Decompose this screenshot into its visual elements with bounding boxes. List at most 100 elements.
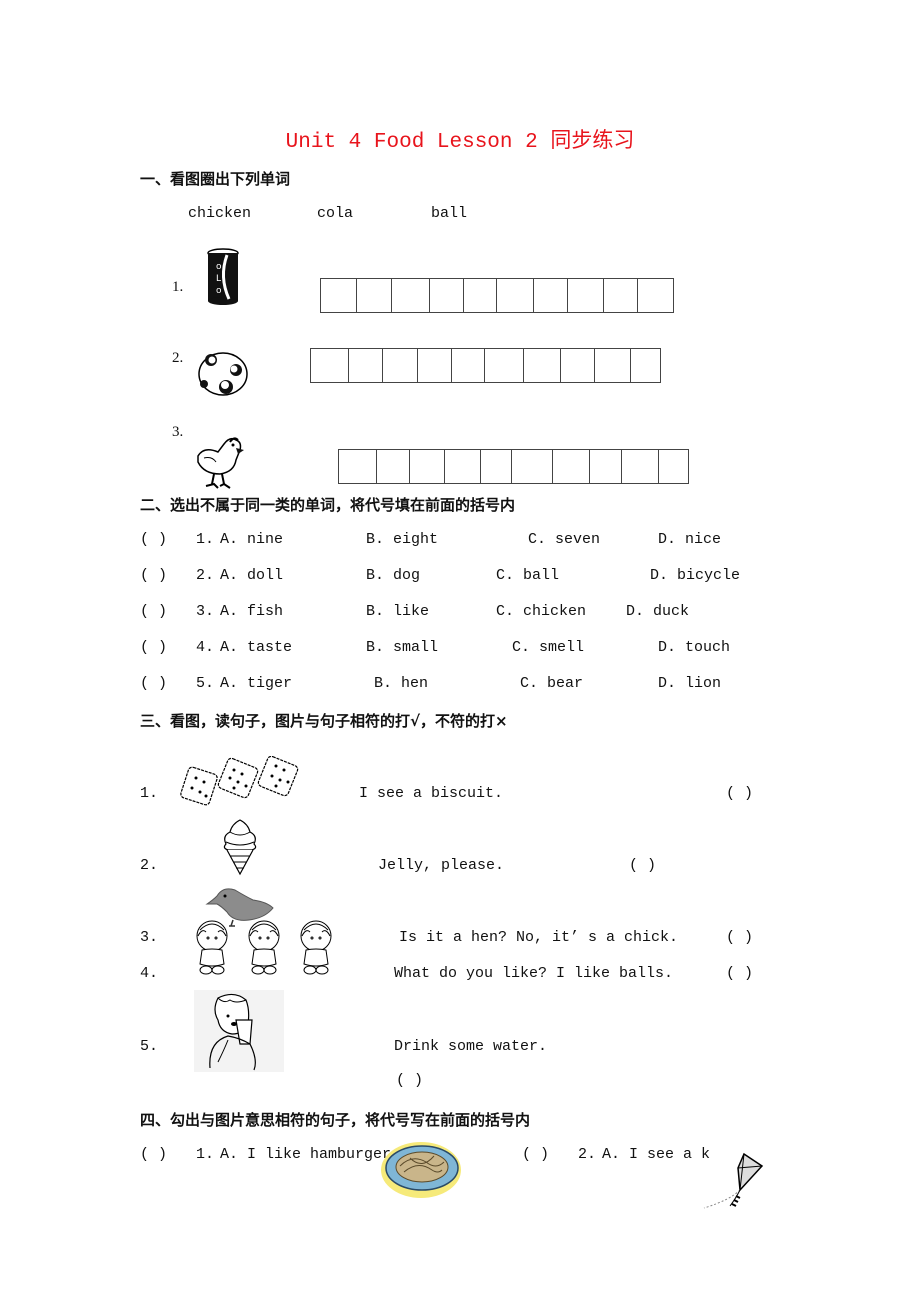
letter-box[interactable]: [595, 349, 631, 382]
option-c: C. smell: [512, 639, 585, 656]
svg-text:L: L: [216, 274, 221, 284]
section4-heading: 四、勾出与图片意思相符的句子，将代号写在前面的括号内: [140, 1111, 531, 1129]
letter-box[interactable]: [445, 450, 481, 483]
letter-boxes-1[interactable]: [320, 278, 674, 313]
noodles-plate-picture: [381, 1142, 461, 1198]
item-number: 4.: [140, 965, 159, 982]
section2-heading: 二、选出不属于同一类的单词，将代号填在前面的括号内: [140, 496, 516, 514]
letter-box[interactable]: [622, 450, 659, 483]
option-d: D. nice: [658, 531, 722, 548]
sentence: I see a biscuit.: [359, 785, 504, 802]
worksheet-title: Unit 4 Food Lesson 2 同步练习: [285, 131, 635, 154]
answer-bracket[interactable]: ( ): [522, 1146, 549, 1163]
option-c: C. chicken: [496, 603, 587, 620]
question-number: 4.: [196, 639, 215, 656]
word-ball: ball: [431, 205, 468, 222]
option-d: D. duck: [626, 603, 690, 620]
option-b: B. small: [366, 639, 439, 656]
chicken-picture: [197, 437, 244, 489]
letter-box[interactable]: [631, 349, 660, 382]
letter-box[interactable]: [659, 450, 688, 483]
option-c: C. ball: [496, 567, 560, 584]
letter-box[interactable]: [561, 349, 595, 382]
answer-bracket[interactable]: ( ): [629, 857, 656, 874]
ice-cream-picture: [223, 819, 257, 876]
letter-box[interactable]: [481, 450, 512, 483]
option-a: A. nine: [220, 531, 284, 548]
biscuits-picture: [180, 756, 299, 806]
svg-text:o: o: [216, 286, 222, 296]
letter-boxes-2[interactable]: [310, 348, 661, 383]
item-number: 2.: [172, 350, 184, 366]
item-number: 2.: [140, 857, 159, 874]
kite-picture: [703, 1152, 764, 1209]
item-number: 3.: [172, 424, 184, 440]
option-d: D. touch: [658, 639, 731, 656]
item-number: 3.: [140, 929, 159, 946]
question-number: 5.: [196, 675, 215, 692]
option-c: C. bear: [520, 675, 584, 692]
letter-box[interactable]: [604, 279, 638, 312]
answer-bracket[interactable]: ( ): [726, 929, 753, 946]
letter-box[interactable]: [524, 349, 561, 382]
option-d: D. lion: [658, 675, 722, 692]
answer-bracket[interactable]: ( ): [140, 531, 167, 548]
letter-box[interactable]: [311, 349, 349, 382]
sentence: What do you like? I like balls.: [394, 965, 674, 982]
sentence: Jelly, please.: [378, 857, 505, 874]
answer-bracket[interactable]: ( ): [140, 603, 167, 620]
option-c: C. seven: [528, 531, 601, 548]
letter-box[interactable]: [392, 279, 430, 312]
word-cola: cola: [317, 205, 354, 222]
letter-box[interactable]: [534, 279, 568, 312]
answer-bracket[interactable]: ( ): [140, 639, 167, 656]
letter-box[interactable]: [339, 450, 377, 483]
letter-box[interactable]: [418, 349, 452, 382]
letter-box[interactable]: [377, 450, 410, 483]
letter-box[interactable]: [452, 349, 485, 382]
letter-box[interactable]: [485, 349, 524, 382]
option-a: A. I see a k: [602, 1146, 711, 1163]
letter-box[interactable]: [512, 450, 553, 483]
answer-bracket[interactable]: ( ): [140, 567, 167, 584]
option-d: D. bicycle: [650, 567, 741, 584]
letter-box[interactable]: [430, 279, 464, 312]
letter-box[interactable]: [357, 279, 392, 312]
question-number: 1.: [196, 531, 215, 548]
letter-box[interactable]: [497, 279, 534, 312]
item-number: 5.: [140, 1038, 159, 1055]
option-b: B. hen: [374, 675, 429, 692]
option-a: A. tiger: [220, 675, 293, 692]
letter-box[interactable]: [568, 279, 604, 312]
letter-box[interactable]: [553, 450, 590, 483]
answer-bracket[interactable]: ( ): [726, 785, 753, 802]
word-chicken: chicken: [188, 205, 252, 222]
cola-can-picture: o L o: [207, 248, 239, 305]
section1-heading: 一、看图圈出下列单词: [140, 170, 291, 188]
answer-bracket[interactable]: ( ): [140, 1146, 167, 1163]
svg-text:o: o: [216, 262, 222, 272]
answer-bracket[interactable]: ( ): [726, 965, 753, 982]
letter-boxes-3[interactable]: [338, 449, 689, 484]
letter-box[interactable]: [321, 279, 357, 312]
letter-box[interactable]: [638, 279, 673, 312]
option-a: A. I like hamburgers: [220, 1146, 401, 1163]
letter-box[interactable]: [590, 450, 622, 483]
letter-box[interactable]: [349, 349, 383, 382]
question-number: 2.: [578, 1146, 597, 1163]
option-a: A. doll: [220, 567, 284, 584]
option-b: B. like: [366, 603, 430, 620]
option-b: B. eight: [366, 531, 439, 548]
sentence: Drink some water.: [394, 1038, 548, 1055]
answer-bracket[interactable]: ( ): [396, 1072, 423, 1089]
option-a: A. taste: [220, 639, 293, 656]
question-number: 3.: [196, 603, 215, 620]
ball-picture: [198, 352, 248, 396]
letter-box[interactable]: [464, 279, 497, 312]
letter-box[interactable]: [410, 450, 445, 483]
letter-box[interactable]: [383, 349, 418, 382]
option-b: B. dog: [366, 567, 421, 584]
question-number: 2.: [196, 567, 215, 584]
item-number: 1.: [140, 785, 159, 802]
answer-bracket[interactable]: ( ): [140, 675, 167, 692]
